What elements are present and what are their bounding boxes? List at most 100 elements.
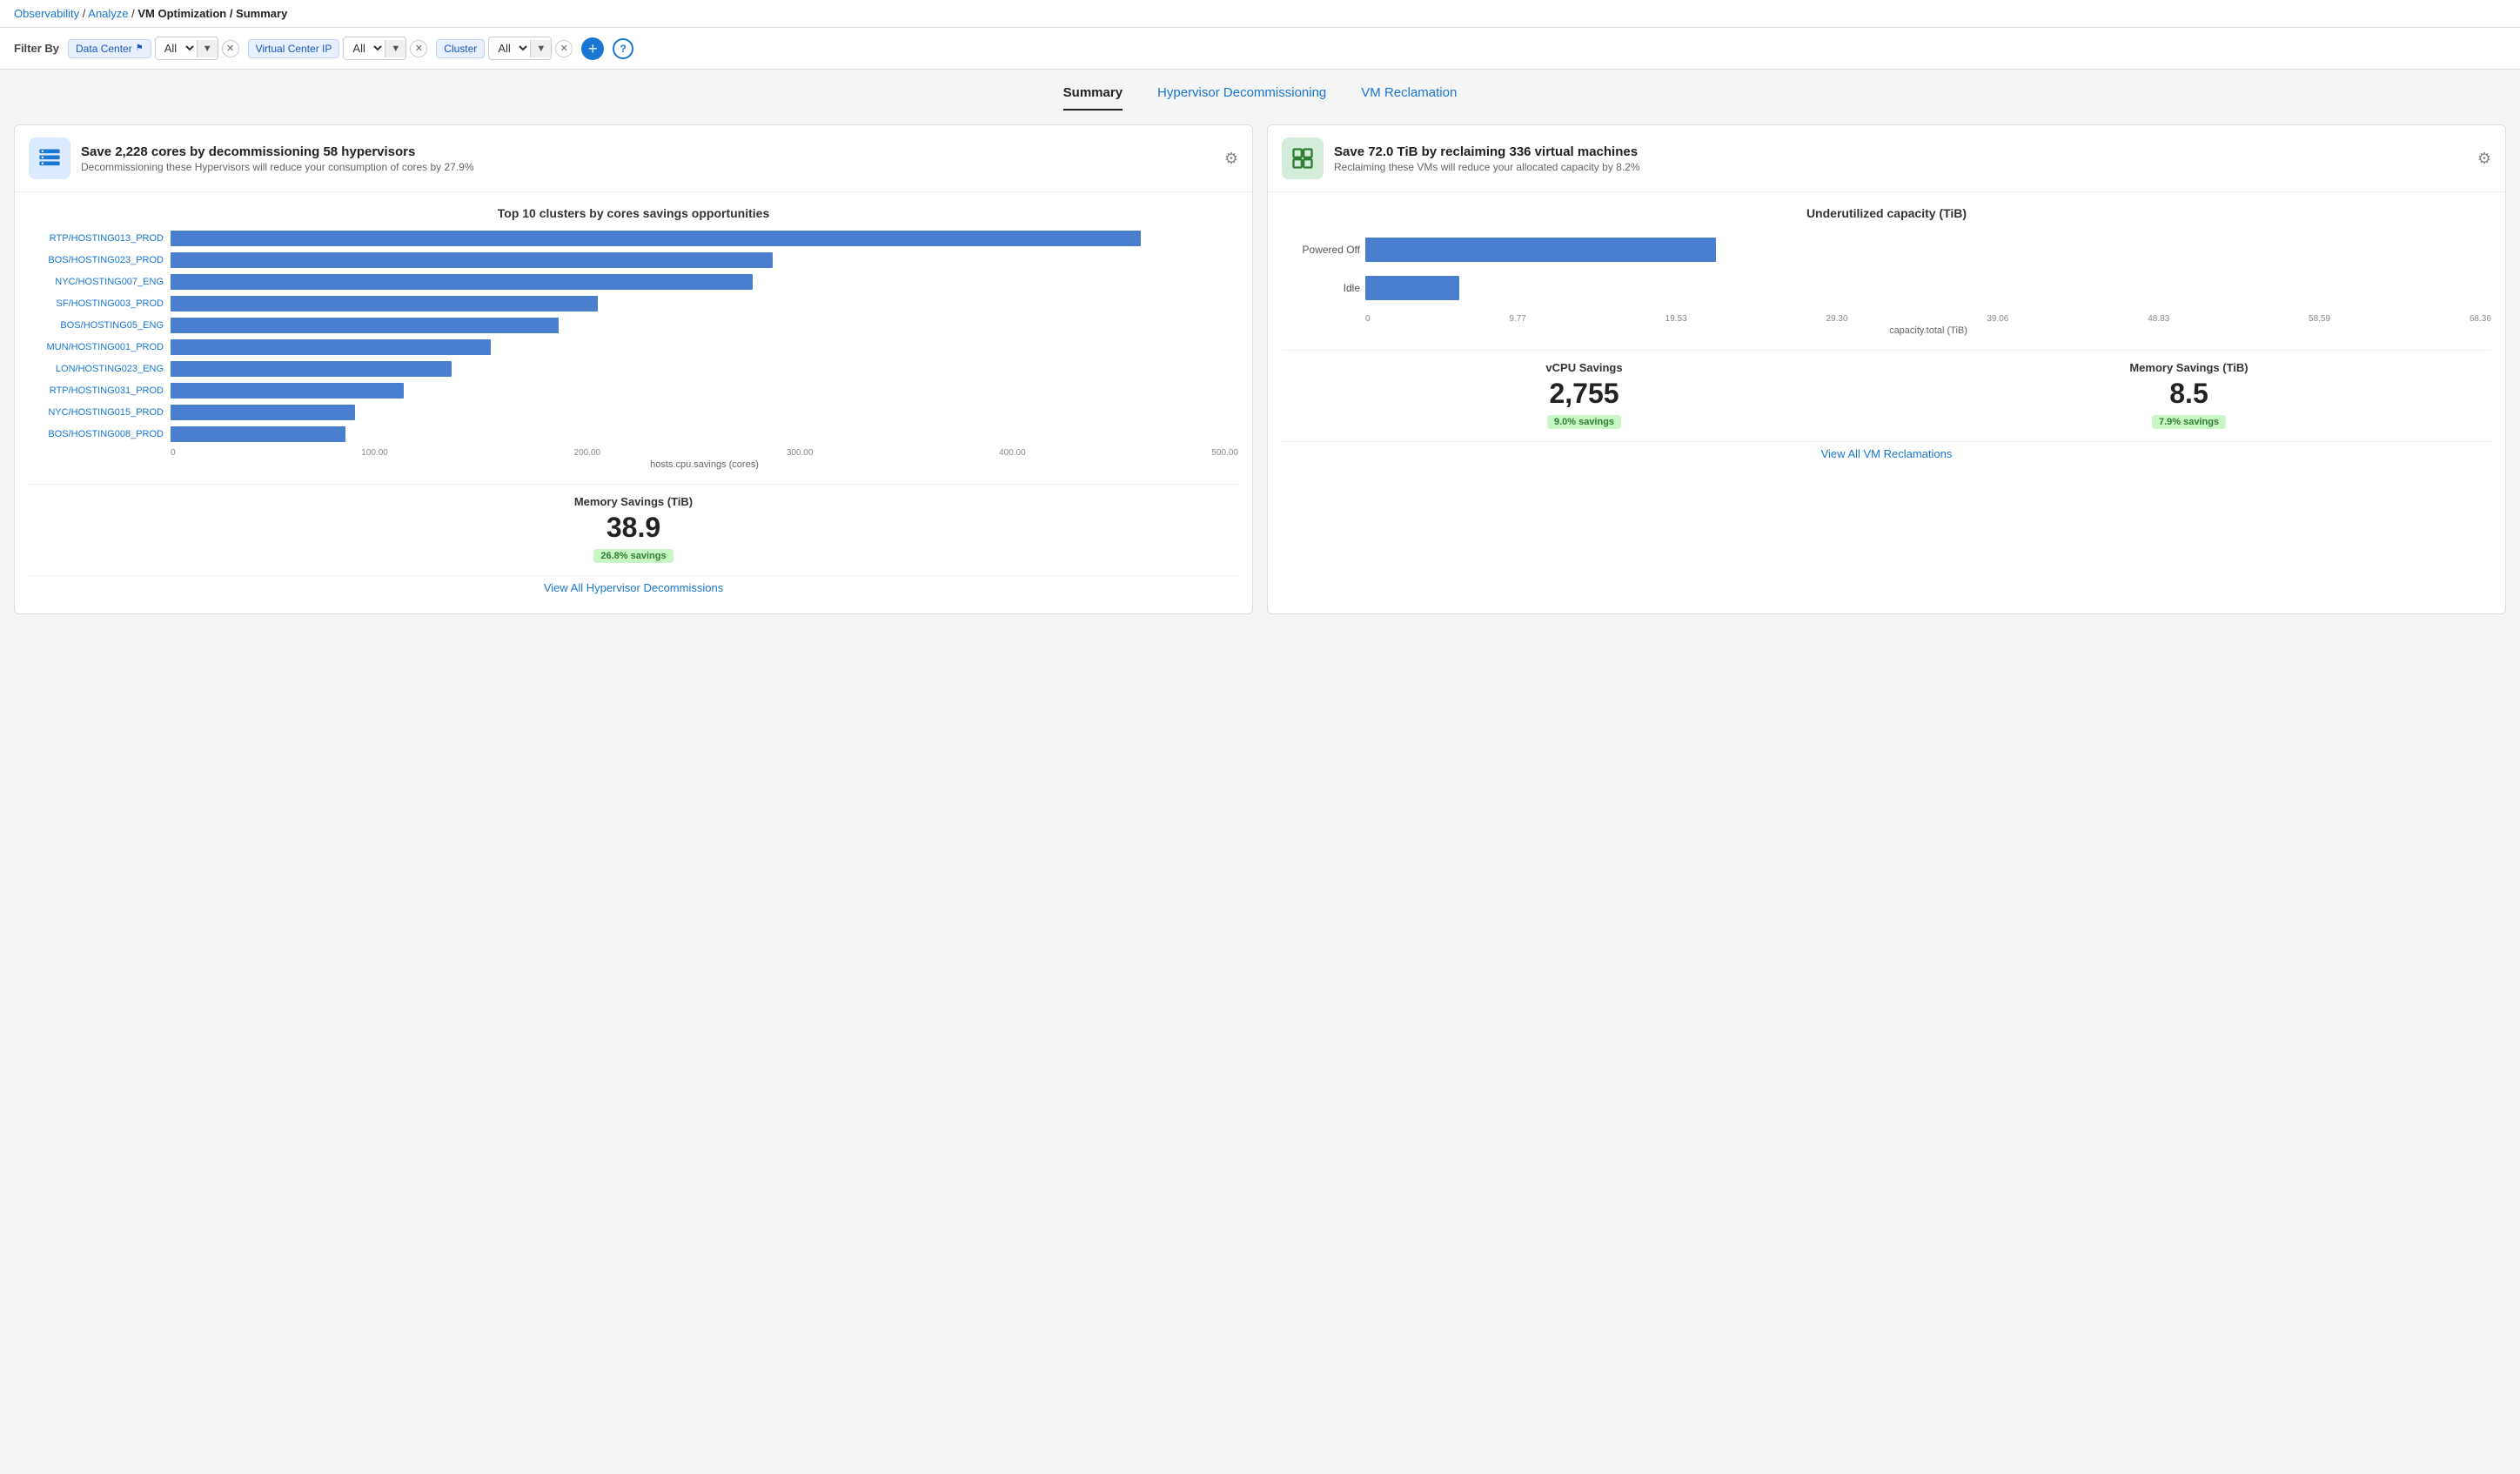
right-panel-body: Underutilized capacity (TiB) Powered Off…: [1268, 192, 2505, 479]
right-x-axis-tick: 68.36: [2470, 314, 2491, 324]
right-x-axis-tick: 29.30: [1826, 314, 1848, 324]
breadcrumb-analyze[interactable]: Analyze: [88, 7, 128, 20]
bar-label[interactable]: BOS/HOSTING008_PROD: [29, 429, 164, 439]
tab-summary[interactable]: Summary: [1063, 85, 1123, 111]
bar-track: [171, 339, 1238, 355]
bar-row: BOS/HOSTING05_ENG: [29, 318, 1238, 333]
bar-row: LON/HOSTING023_ENG: [29, 361, 1238, 377]
right-x-axis-tick: 9.77: [1509, 314, 1525, 324]
bar-label[interactable]: MUN/HOSTING001_PROD: [29, 342, 164, 352]
bar-fill: [171, 361, 452, 377]
memory-section: Memory Savings (TiB) 38.9 26.8% savings: [29, 484, 1238, 563]
bar-fill: [171, 383, 404, 399]
x-axis-tick: 400.00: [999, 448, 1026, 458]
filter-group-vcip: Virtual Center IP All ▼ ✕: [248, 37, 428, 60]
memory-savings-badge: 26.8% savings: [593, 549, 673, 563]
bar-track: [171, 274, 1238, 290]
bar-fill: [171, 405, 355, 420]
filter-tag-vcip-label: Virtual Center IP: [256, 43, 332, 55]
bar-label[interactable]: NYC/HOSTING007_ENG: [29, 277, 164, 287]
metric-value: 8.5: [1887, 378, 2491, 410]
view-all-vm-link[interactable]: View All VM Reclamations: [1282, 441, 2491, 466]
bar-row: SF/HOSTING003_PROD: [29, 296, 1238, 312]
view-all-hypervisor-link[interactable]: View All Hypervisor Decommissions: [29, 575, 1238, 600]
right-x-axis-tick: 19.53: [1665, 314, 1687, 324]
bar-label[interactable]: BOS/HOSTING023_PROD: [29, 255, 164, 265]
right-bar-row: Powered Off: [1282, 238, 2491, 262]
bar-track: [171, 318, 1238, 333]
filter-clear-cluster[interactable]: ✕: [555, 40, 573, 57]
bar-fill: [171, 426, 345, 442]
bar-track: [171, 405, 1238, 420]
filter-bar: Filter By Data Center ⚑ All ▼ ✕ Virtual …: [0, 28, 2520, 70]
right-x-axis-caption: capacity.total (TiB): [1365, 325, 2491, 336]
left-panel-header: Save 2,228 cores by decommissioning 58 h…: [15, 125, 1252, 192]
tab-hypervisor-decommissioning[interactable]: Hypervisor Decommissioning: [1157, 85, 1326, 111]
metrics-row: vCPU Savings 2,755 9.0% savings Memory S…: [1282, 350, 2491, 429]
left-panel-gear-icon[interactable]: ⚙: [1224, 150, 1238, 168]
right-panel-icon: [1282, 137, 1324, 179]
memory-savings-value: 38.9: [29, 512, 1238, 544]
filter-select-arrow-vcip[interactable]: ▼: [385, 40, 405, 57]
filter-tag-datacenter-label: Data Center: [76, 43, 132, 55]
bar-row: NYC/HOSTING015_PROD: [29, 405, 1238, 420]
bar-row: NYC/HOSTING007_ENG: [29, 274, 1238, 290]
filter-tag-cluster: Cluster: [436, 39, 485, 58]
bar-row: RTP/HOSTING013_PROD: [29, 231, 1238, 246]
right-panel-gear-icon[interactable]: ⚙: [2477, 150, 2491, 168]
right-x-axis-tick: 58.59: [2309, 314, 2330, 324]
bar-fill: [171, 252, 773, 268]
filter-tag-vcip: Virtual Center IP: [248, 39, 340, 58]
right-panel-header: Save 72.0 TiB by reclaiming 336 virtual …: [1268, 125, 2505, 192]
bar-row: BOS/HOSTING008_PROD: [29, 426, 1238, 442]
filter-tag-icon: ⚑: [136, 44, 144, 53]
bar-track: [171, 383, 1238, 399]
bar-fill: [171, 231, 1141, 246]
left-panel-subtitle: Decommissioning these Hypervisors will r…: [81, 161, 1214, 173]
right-x-axis-tick: 39.06: [1987, 314, 2008, 324]
left-bar-chart: RTP/HOSTING013_PROD BOS/HOSTING023_PROD NY…: [29, 231, 1238, 442]
tab-vm-reclamation[interactable]: VM Reclamation: [1361, 85, 1457, 111]
right-x-axis-tick: 0: [1365, 314, 1371, 324]
filter-select-datacenter[interactable]: All: [156, 37, 197, 59]
filter-add-button[interactable]: +: [581, 37, 604, 60]
bar-track: [171, 252, 1238, 268]
right-panel-subtitle: Reclaiming these VMs will reduce your al…: [1334, 161, 2467, 173]
right-x-axis: 0 9.77 19.53 29.30 39.06 48.83 58.59 68.36: [1365, 314, 2491, 324]
metric-label: vCPU Savings: [1282, 361, 1887, 374]
bar-label[interactable]: SF/HOSTING003_PROD: [29, 298, 164, 309]
right-bar-fill: [1365, 238, 1716, 262]
breadcrumb-observability[interactable]: Observability: [14, 7, 79, 20]
bar-row: MUN/HOSTING001_PROD: [29, 339, 1238, 355]
bar-label[interactable]: NYC/HOSTING015_PROD: [29, 407, 164, 418]
filter-select-vcip[interactable]: All: [344, 37, 385, 59]
filter-tag-cluster-label: Cluster: [444, 43, 477, 55]
bar-row: BOS/HOSTING023_PROD: [29, 252, 1238, 268]
right-panel-header-text: Save 72.0 TiB by reclaiming 336 virtual …: [1334, 144, 2467, 173]
filter-select-wrap-cluster: All ▼: [488, 37, 552, 60]
bar-fill: [171, 296, 598, 312]
bar-label[interactable]: RTP/HOSTING031_PROD: [29, 385, 164, 396]
filter-by-label: Filter By: [14, 42, 59, 55]
filter-select-cluster[interactable]: All: [489, 37, 530, 59]
main-content: Save 2,228 cores by decommissioning 58 h…: [0, 111, 2520, 628]
filter-clear-vcip[interactable]: ✕: [410, 40, 427, 57]
filter-select-wrap-datacenter: All ▼: [155, 37, 218, 60]
bar-label[interactable]: RTP/HOSTING013_PROD: [29, 233, 164, 244]
bar-label[interactable]: BOS/HOSTING05_ENG: [29, 320, 164, 331]
filter-select-arrow-datacenter[interactable]: ▼: [197, 40, 218, 57]
filter-select-arrow-cluster[interactable]: ▼: [530, 40, 551, 57]
bar-row: RTP/HOSTING031_PROD: [29, 383, 1238, 399]
bar-track: [171, 426, 1238, 442]
x-axis-tick: 500.00: [1211, 448, 1238, 458]
right-chart-title: Underutilized capacity (TiB): [1282, 206, 2491, 220]
bar-fill: [171, 318, 559, 333]
filter-clear-datacenter[interactable]: ✕: [222, 40, 239, 57]
right-panel: Save 72.0 TiB by reclaiming 336 virtual …: [1267, 124, 2506, 614]
breadcrumb: Observability / Analyze / VM Optimizatio…: [0, 0, 2520, 28]
right-x-axis-tick: 48.83: [2148, 314, 2169, 324]
filter-help-button[interactable]: ?: [613, 38, 633, 59]
right-bar-chart: Powered OffIdle: [1282, 238, 2491, 300]
tabs-bar: Summary Hypervisor Decommissioning VM Re…: [0, 70, 2520, 111]
bar-label[interactable]: LON/HOSTING023_ENG: [29, 364, 164, 374]
